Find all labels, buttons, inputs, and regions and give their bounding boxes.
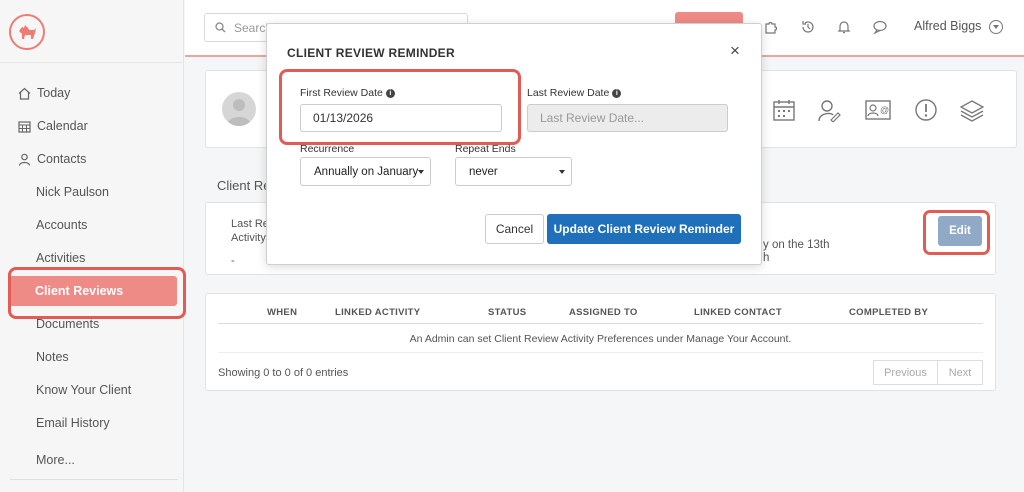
puzzle-icon[interactable] <box>762 18 780 36</box>
chevron-down-icon <box>418 170 424 174</box>
sidebar-item-nick-paulson[interactable]: Nick Paulson <box>0 179 184 205</box>
sidebar-item-label: More... <box>36 453 75 467</box>
last-review-date-field[interactable]: Last Review Date... <box>527 104 728 132</box>
bell-icon[interactable] <box>835 18 853 36</box>
last-review-value: - <box>231 255 235 267</box>
layers-icon[interactable] <box>959 97 985 123</box>
history-icon[interactable] <box>799 18 817 36</box>
column-header-when[interactable]: WHEN <box>267 307 297 318</box>
dog-logo-icon[interactable] <box>9 14 45 50</box>
repeat-ends-select[interactable]: never <box>455 157 572 186</box>
modal-title: CLIENT REVIEW REMINDER <box>287 46 455 60</box>
sidebar-item-calendar[interactable]: Calendar <box>0 113 184 139</box>
column-header-linked-contact[interactable]: LINKED CONTACT <box>694 307 782 318</box>
previous-button[interactable]: Previous <box>873 360 938 385</box>
home-icon <box>17 86 31 100</box>
sidebar-item-today[interactable]: Today <box>0 80 184 106</box>
chevron-down-icon <box>559 170 565 174</box>
user-name[interactable]: Alfred Biggs <box>914 19 981 33</box>
column-header-linked-activity[interactable]: LINKED ACTIVITY <box>335 307 420 318</box>
info-icon[interactable]: i <box>612 89 622 98</box>
sidebar-item-notes[interactable]: Notes <box>0 344 184 370</box>
column-header-status[interactable]: STATUS <box>488 307 526 318</box>
cancel-button[interactable]: Cancel <box>485 214 544 244</box>
empty-table-message: An Admin can set Client Review Activity … <box>409 333 792 345</box>
repeat-ends-label: Repeat Ends <box>455 143 516 155</box>
sidebar-divider <box>0 62 184 63</box>
calendar-icon <box>17 119 31 133</box>
sidebar-item-more[interactable]: More... <box>0 447 184 473</box>
svg-text:@: @ <box>880 105 889 115</box>
recurrence-text-2: h <box>763 252 770 264</box>
search-icon <box>215 22 226 33</box>
first-review-date-highlight <box>279 69 521 145</box>
sidebar-item-label: Activities <box>36 251 86 265</box>
sidebar-item-email-history[interactable]: Email History <box>0 410 184 436</box>
section-title: Client Re <box>217 178 271 193</box>
repeat-ends-value: never <box>469 165 498 178</box>
sidebar-item-contacts[interactable]: Contacts <box>0 146 184 172</box>
table-header-divider <box>218 323 983 324</box>
sidebar-item-know-your-client[interactable]: Know Your Client <box>0 377 184 403</box>
column-header-completed-by[interactable]: COMPLETED BY <box>849 307 928 318</box>
sidebar-item-label: Nick Paulson <box>36 185 109 199</box>
last-review-date-label: Last Review Date i <box>527 87 622 99</box>
person-edit-icon[interactable] <box>816 97 842 123</box>
last-review-date-label-text: Last Review Date <box>527 87 610 99</box>
sidebar-item-label: Notes <box>36 350 69 364</box>
person-icon <box>17 152 31 166</box>
recurrence-label: Recurrence <box>300 143 355 155</box>
recurrence-value: Annually on January <box>314 165 419 178</box>
column-header-assigned-to[interactable]: ASSIGNED TO <box>569 307 638 318</box>
entries-info: Showing 0 to 0 of 0 entries <box>218 367 349 379</box>
activity-label: Activity <box>231 232 266 244</box>
sidebar-item-label: Email History <box>36 416 110 430</box>
edit-highlight <box>923 210 990 255</box>
sidebar-item-label: Calendar <box>37 119 88 133</box>
close-icon[interactable]: × <box>727 42 743 59</box>
sidebar-item-label: Contacts <box>37 152 87 166</box>
avatar <box>222 92 256 126</box>
calendar-grid-icon[interactable] <box>771 97 797 123</box>
recurrence-text: y on the 13th <box>763 239 830 251</box>
contact-card-icon[interactable]: @ <box>865 97 891 123</box>
sidebar-item-accounts[interactable]: Accounts <box>0 212 184 238</box>
sidebar-item-label: Today <box>37 86 71 100</box>
sidebar: Today Calendar Contacts Nick Paulson Acc… <box>0 0 184 492</box>
update-reminder-button[interactable]: Update Client Review Reminder <box>547 214 741 244</box>
table-row-divider <box>218 352 983 353</box>
client-reviews-highlight <box>8 267 186 319</box>
sidebar-item-label: Know Your Client <box>36 383 132 397</box>
sidebar-item-label: Accounts <box>36 218 88 232</box>
chat-icon[interactable] <box>871 18 889 36</box>
sidebar-item-label: Documents <box>36 317 100 331</box>
page: Today Calendar Contacts Nick Paulson Acc… <box>0 0 1024 492</box>
next-button[interactable]: Next <box>937 360 983 385</box>
last-review-label: Last Re <box>231 218 269 230</box>
alert-icon[interactable] <box>913 97 939 123</box>
chevron-down-icon[interactable] <box>989 20 1003 34</box>
recurrence-select[interactable]: Annually on January <box>300 157 431 186</box>
sidebar-bottom-divider <box>10 479 178 480</box>
